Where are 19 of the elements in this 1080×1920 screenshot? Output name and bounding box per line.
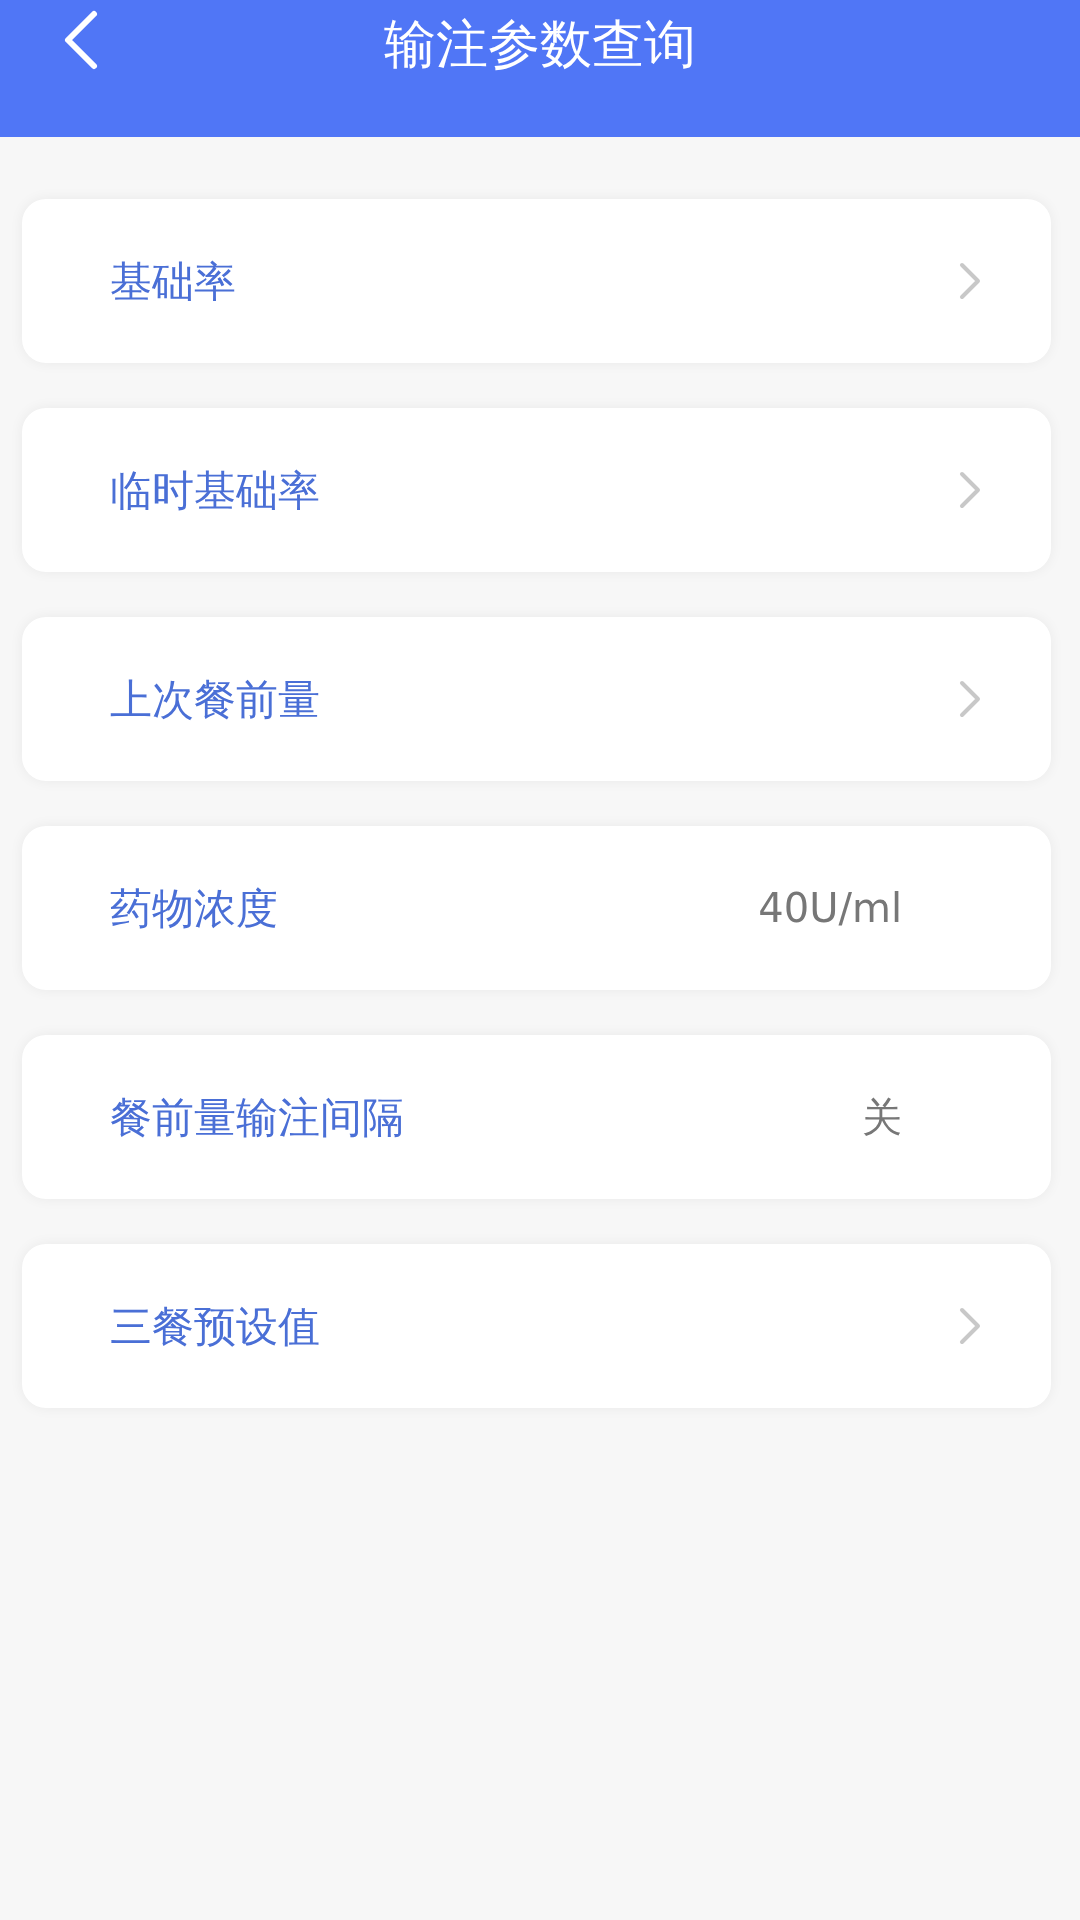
setting-label: 上次餐前量 bbox=[110, 673, 321, 726]
setting-label: 临时基础率 bbox=[110, 464, 321, 517]
setting-label: 餐前量输注间隔 bbox=[110, 1091, 405, 1144]
setting-value: 关 bbox=[862, 1093, 902, 1142]
setting-label: 基础率 bbox=[110, 255, 237, 308]
setting-row[interactable]: 药物浓度 40U/ml bbox=[22, 826, 1051, 990]
setting-row[interactable]: 基础率 bbox=[22, 199, 1051, 363]
chevron-right-icon bbox=[959, 680, 981, 718]
chevron-right-icon bbox=[959, 1307, 981, 1345]
setting-row[interactable]: 临时基础率 bbox=[22, 408, 1051, 572]
setting-label: 三餐预设值 bbox=[110, 1300, 321, 1353]
chevron-right-icon bbox=[959, 262, 981, 300]
setting-value: 40U/ml bbox=[758, 884, 902, 933]
setting-label: 药物浓度 bbox=[110, 882, 279, 935]
setting-row[interactable]: 三餐预设值 bbox=[22, 1244, 1051, 1408]
setting-row[interactable]: 上次餐前量 bbox=[22, 617, 1051, 781]
setting-row[interactable]: 餐前量输注间隔 关 bbox=[22, 1035, 1051, 1199]
chevron-right-icon bbox=[959, 471, 981, 509]
page-title: 输注参数查询 bbox=[384, 13, 696, 70]
